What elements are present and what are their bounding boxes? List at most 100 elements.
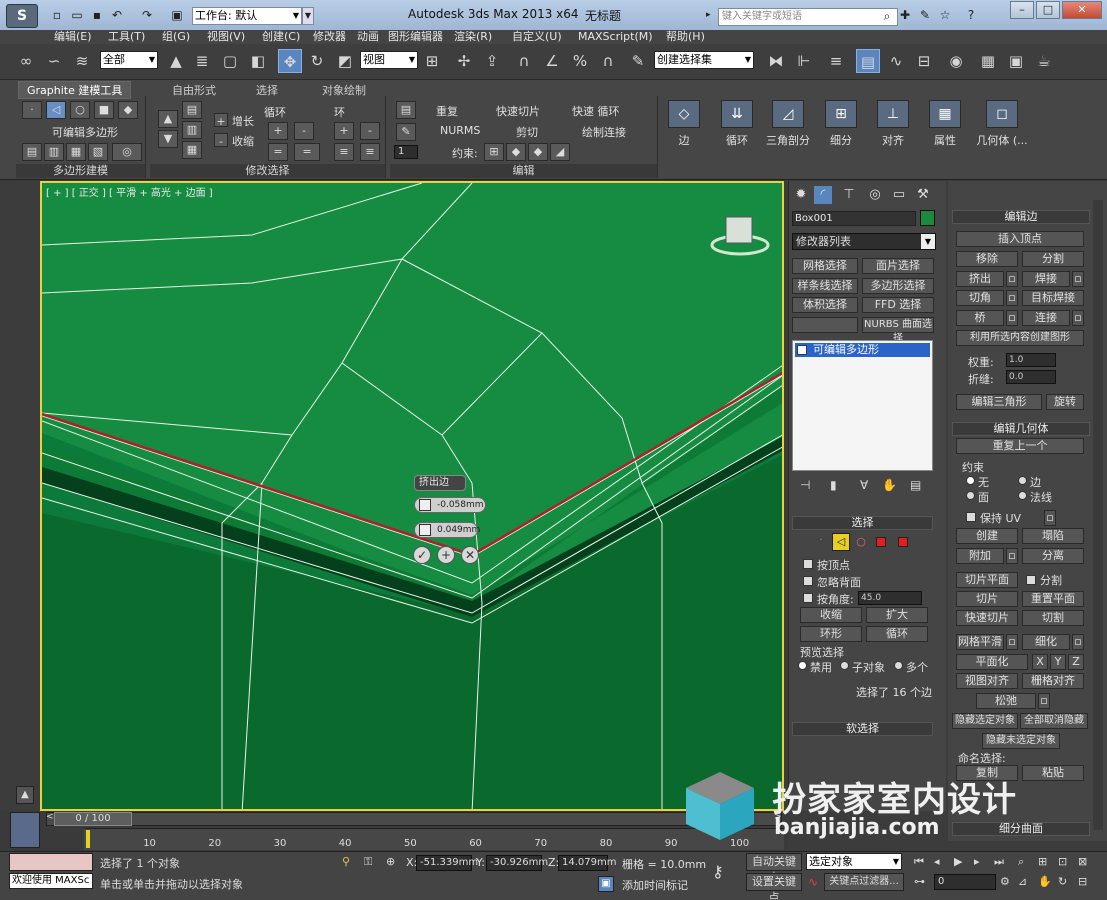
menu-rendering[interactable]: 渲染(R)	[454, 30, 492, 44]
quick-access-expand[interactable]: ▼	[302, 7, 314, 25]
named-selection-dropdown[interactable]: 创建选择集 ▼	[654, 51, 754, 69]
show-end-result-icon[interactable]: ▦	[66, 143, 86, 161]
constraint-none-icon[interactable]: ⊞	[484, 143, 504, 161]
show-end-result-stack-icon[interactable]: ▮	[830, 478, 846, 492]
menu-views[interactable]: 视图(V)	[207, 30, 245, 44]
menu-edit[interactable]: 编辑(E)	[54, 30, 92, 44]
layers-icon[interactable]: ≡	[824, 49, 848, 73]
split-checkbox[interactable]	[1026, 575, 1036, 585]
grow-icon[interactable]: +	[214, 113, 228, 128]
loop-button[interactable]: 循环	[264, 104, 286, 120]
pivot-center-icon[interactable]: ⊞	[420, 49, 444, 73]
create-shape-button[interactable]: 利用所选内容创建图形	[956, 330, 1084, 346]
modifier-stack-list[interactable]: 可编辑多边形	[792, 340, 933, 471]
tessellate-button[interactable]: 细化	[1022, 634, 1070, 650]
cut-geo-button[interactable]: 切割	[1022, 610, 1084, 626]
vol-select-button[interactable]: 体积选择	[792, 297, 858, 313]
weld-settings-button[interactable]: ▫	[1072, 271, 1084, 287]
collapse-button[interactable]: 塌陷	[1022, 528, 1084, 544]
open-file-icon[interactable]: ▭	[70, 8, 84, 22]
render-setup-icon[interactable]: ▦	[976, 49, 1000, 73]
spinner-snap-icon[interactable]: ∩	[596, 49, 620, 73]
quick-slice-button[interactable]: 快速切片	[496, 103, 540, 119]
ring-button[interactable]: 环	[334, 104, 345, 120]
search-icon[interactable]: ⌕	[880, 9, 894, 23]
right-panel-scrollbar[interactable]	[1093, 200, 1103, 830]
sel-stack2-icon[interactable]: ▥	[182, 121, 202, 139]
ring-sel-button[interactable]: 环形	[800, 626, 862, 642]
angle-spinner[interactable]: 45.0	[858, 591, 922, 605]
by-angle-checkbox[interactable]	[803, 593, 813, 603]
key-filter-dropdown[interactable]: 选定对象 ▼	[806, 853, 902, 870]
stack-up-icon[interactable]: ▲	[158, 110, 178, 128]
curve-editor-icon[interactable]: ∿	[884, 49, 908, 73]
redo-icon[interactable]: ↷	[140, 8, 154, 22]
viewport-ortho[interactable]	[40, 181, 784, 811]
loop-sel-button[interactable]: 循环	[866, 626, 928, 642]
snaps-toggle-icon[interactable]: ∩	[512, 49, 536, 73]
set-key-icon[interactable]: ⚷	[712, 862, 740, 882]
extrude-settings-button[interactable]: ▫	[1006, 271, 1018, 287]
constraint-normal-icon[interactable]: ◢	[550, 143, 570, 161]
favorites-icon[interactable]: ☆	[938, 8, 952, 22]
ribbon-subdivide-button[interactable]: ⊞ 细分	[817, 96, 865, 176]
by-vertex-checkbox[interactable]	[803, 559, 813, 569]
goto-start-icon[interactable]: ⏮	[914, 855, 928, 869]
loop-opt1-icon[interactable]: =	[268, 143, 288, 161]
menu-customize[interactable]: 自定义(U)	[512, 30, 562, 44]
extrude-width-field[interactable]: 0.049mm	[414, 522, 480, 538]
planar-z-button[interactable]: Z	[1068, 654, 1084, 670]
reset-plane-button[interactable]: 重置平面	[1022, 591, 1084, 607]
attach-settings-button[interactable]: ▫	[1006, 548, 1018, 564]
selection-rollout-header[interactable]: 选择	[792, 516, 933, 530]
rendered-frame-icon[interactable]: ▣	[1004, 49, 1028, 73]
chamfer-settings-button[interactable]: ▫	[1006, 290, 1018, 306]
chamfer-edge-button[interactable]: 切角	[956, 290, 1004, 306]
ribbon-edge-button[interactable]: ◇ 边	[660, 96, 708, 176]
x-coord-field[interactable]: -51.339mm	[416, 855, 478, 871]
rect-selection-icon[interactable]: ▢	[218, 49, 242, 73]
preserve-uvs-icon[interactable]: ▤	[396, 101, 416, 119]
bridge-settings-button[interactable]: ▫	[1006, 310, 1018, 326]
tools-icon[interactable]: ✚	[898, 8, 912, 22]
insert-vertex-button[interactable]: 插入顶点	[956, 231, 1084, 247]
swift-loop-button[interactable]: 快速 循环	[572, 103, 620, 119]
link-icon[interactable]: ∞	[14, 49, 38, 73]
app-menu-icon[interactable]: S	[6, 4, 38, 28]
maximize-button[interactable]: □	[1036, 1, 1060, 19]
angle-snap-icon[interactable]: ∠	[540, 49, 564, 73]
preview-multi-radio[interactable]	[894, 661, 903, 670]
vertex-mode-icon[interactable]: ·	[22, 101, 42, 119]
menu-graph-editors[interactable]: 图形编辑器	[388, 30, 443, 44]
percent-snap-icon[interactable]: %	[568, 49, 592, 73]
ignore-backfacing-checkbox[interactable]	[803, 576, 813, 586]
nurms-toggle-icon[interactable]: ◎	[112, 143, 142, 161]
mini-curve-editor-toggle[interactable]	[10, 812, 40, 848]
select-object-icon[interactable]: ▲	[164, 49, 188, 73]
panel-poly-footer[interactable]: 多边形建模	[16, 164, 145, 178]
lock-selection-icon[interactable]: ⚿	[364, 855, 378, 869]
poly-select-button[interactable]: 多边形选择	[862, 278, 934, 294]
object-name-field[interactable]: Box001	[792, 211, 916, 226]
preview-disabled-radio[interactable]	[798, 661, 807, 670]
zoom-extents-icon[interactable]: ⊡	[1058, 855, 1072, 868]
z-coord-field[interactable]: 14.079mm	[558, 855, 616, 871]
sel-stack3-icon[interactable]: ▦	[182, 141, 202, 159]
collapse-stack-icon[interactable]: ▤	[22, 143, 42, 161]
pin-stack-icon[interactable]: ⊣	[800, 478, 816, 492]
menu-group[interactable]: 组(G)	[162, 30, 190, 44]
next-frame-icon[interactable]: ▸	[974, 855, 988, 868]
ribbon-align-button[interactable]: ⊥ 对齐	[869, 96, 917, 176]
view-align-button[interactable]: 视图对齐	[956, 673, 1018, 689]
tessellate-settings[interactable]: ▫	[1072, 634, 1084, 650]
stack-down-icon[interactable]: ▼	[158, 130, 178, 148]
caddy-ok-button[interactable]: ✓	[413, 546, 431, 564]
stack-item-editable-poly[interactable]: 可编辑多边形	[795, 343, 930, 357]
material-editor-icon[interactable]: ◉	[944, 49, 968, 73]
weight-spinner[interactable]: 1.0	[1006, 353, 1056, 367]
display-tab-icon[interactable]: ▭	[890, 186, 908, 204]
caddy-cancel-button[interactable]: ✕	[461, 546, 479, 564]
tweak-icon[interactable]: ✎	[396, 123, 416, 141]
ring-shrink-icon[interactable]: -	[360, 122, 380, 140]
communication-icon[interactable]: ✎	[918, 8, 932, 22]
